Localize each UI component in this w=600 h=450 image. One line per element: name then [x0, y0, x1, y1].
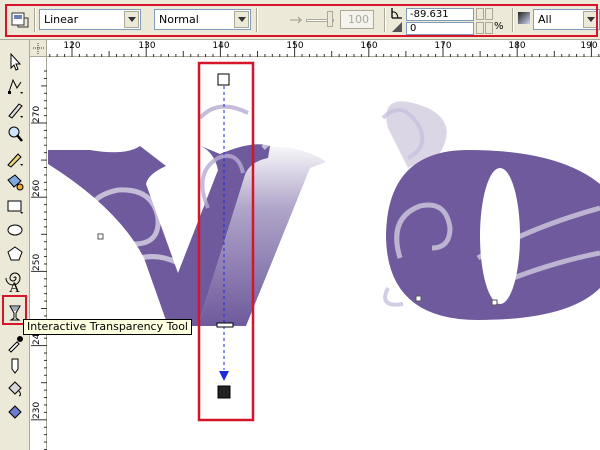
- ruler-label-230: 230: [32, 401, 42, 419]
- horizontal-ruler[interactable]: 120 130 140 150 160 170 180 190: [47, 40, 600, 57]
- ruler-label-250: 250: [32, 253, 42, 271]
- transparency-midpoint-slider[interactable]: [216, 322, 234, 328]
- artwork: [48, 61, 600, 422]
- ruler-label-170: 170: [434, 41, 452, 51]
- midpoint-slider-icon: [289, 13, 303, 27]
- transparency-type-select[interactable]: Linear: [39, 9, 141, 30]
- transparency-preset-icon[interactable]: [10, 10, 30, 30]
- angle-spin-buttons[interactable]: [476, 8, 484, 20]
- eyedropper-tool-icon[interactable]: [5, 333, 25, 353]
- pick-tool-icon[interactable]: [5, 52, 25, 72]
- apply-to-select[interactable]: All: [533, 9, 600, 30]
- chevron-down-icon[interactable]: [583, 11, 598, 28]
- edge-pad-field[interactable]: 0: [406, 22, 474, 35]
- ruler-label-140: 140: [212, 41, 230, 51]
- ruler-label-130: 130: [138, 41, 156, 51]
- vertical-ruler[interactable]: 270 260 250 240 230: [30, 57, 47, 450]
- rectangle-tool-icon[interactable]: [5, 196, 25, 216]
- ruler-origin-corner[interactable]: [30, 40, 47, 57]
- text-tool-icon[interactable]: A: [5, 276, 25, 296]
- midpoint-value-field[interactable]: 100: [340, 10, 374, 29]
- ruler-label-260: 260: [32, 179, 42, 197]
- merge-mode-value: Normal: [159, 13, 199, 26]
- gradient-swatch-icon: [518, 12, 530, 24]
- freehand-tool-icon[interactable]: [5, 148, 25, 168]
- toolbar-separator: [34, 8, 36, 32]
- merge-mode-select[interactable]: Normal: [154, 9, 251, 30]
- chevron-down-icon[interactable]: [124, 11, 139, 28]
- drawing-canvas[interactable]: [48, 58, 600, 450]
- edge-pad-spin-buttons-2[interactable]: [485, 22, 493, 34]
- transparency-end-handle[interactable]: [217, 385, 231, 399]
- ellipse-tool-icon[interactable]: [5, 220, 25, 240]
- toolbox: A: [0, 40, 30, 450]
- vector-arrowhead: [219, 371, 229, 381]
- fill-tool-icon[interactable]: [5, 379, 25, 399]
- outline-tool-icon[interactable]: [5, 356, 25, 376]
- zoom-tool-icon[interactable]: [5, 124, 25, 144]
- ruler-label-190: 190: [580, 41, 598, 51]
- angle-field[interactable]: -89.631: [406, 8, 474, 21]
- ruler-label-180: 180: [508, 41, 526, 51]
- polygon-tool-icon[interactable]: [5, 244, 25, 264]
- ruler-label-160: 160: [360, 41, 378, 51]
- ruler-label-120: 120: [63, 41, 81, 51]
- chevron-down-icon[interactable]: [234, 11, 249, 28]
- toolbar-separator: [384, 8, 386, 32]
- edge-pad-percent-label: %: [494, 21, 504, 32]
- transparency-start-handle[interactable]: [217, 73, 230, 86]
- edge-pad-spin-buttons[interactable]: [476, 22, 484, 34]
- toolbar-separator: [256, 8, 258, 32]
- ruler-label-270: 270: [32, 105, 42, 123]
- midpoint-slider-handle[interactable]: [327, 11, 333, 27]
- shape-tool-icon[interactable]: [5, 76, 25, 96]
- angle-spin-buttons-2[interactable]: [485, 8, 493, 20]
- property-bar: Linear Normal 100 -89.631 0 % All: [0, 0, 600, 40]
- svg-text:A: A: [9, 280, 20, 296]
- apply-to-value: All: [538, 13, 552, 26]
- toolbar-separator: [512, 8, 514, 32]
- interactive-fill-tool-icon[interactable]: [5, 402, 25, 422]
- transparency-type-value: Linear: [44, 13, 79, 26]
- angle-and-edge-pad-icon: [390, 6, 404, 34]
- ruler-label-150: 150: [286, 41, 304, 51]
- smart-fill-tool-icon[interactable]: [5, 172, 25, 192]
- tool-tooltip: Interactive Transparency Tool: [23, 319, 192, 335]
- knife-tool-icon[interactable]: [5, 100, 25, 120]
